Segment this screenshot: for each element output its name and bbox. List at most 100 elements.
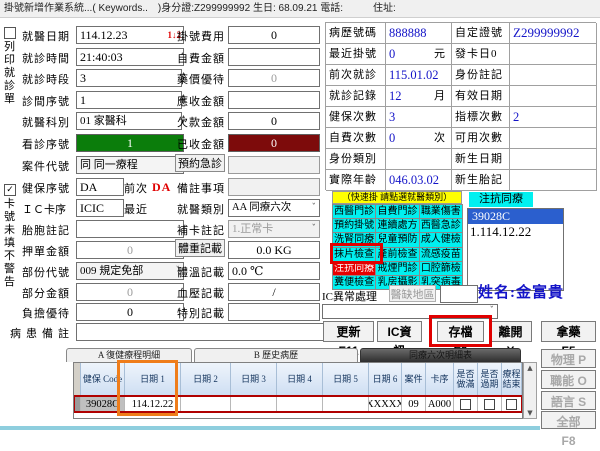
visit-type-dropdown[interactable]: ˇ AA 同療六次	[228, 199, 320, 217]
list-item-selected[interactable]: 39028C	[468, 209, 563, 224]
drug-disc-field[interactable]: 0	[228, 69, 320, 87]
print-slip-checkbox[interactable]	[4, 27, 16, 39]
col-header[interactable]: 是否過期	[478, 363, 502, 396]
dept-field[interactable]: 01 家醫科	[76, 112, 182, 130]
quick-item[interactable]: 產前檢查	[376, 248, 419, 262]
period-field[interactable]: 3	[76, 69, 182, 87]
quick-item[interactable]: 職業傷害	[420, 205, 463, 219]
quick-item[interactable]: 自費門診	[376, 205, 419, 219]
info-label: 發卡日0	[452, 44, 510, 65]
card-no-warning-checkbox[interactable]	[4, 184, 16, 196]
get-medicine-button[interactable]: 拿藥 F5	[541, 321, 596, 342]
ic-abnormal-field[interactable]	[440, 285, 478, 303]
occupational-button[interactable]: 職能 O	[541, 370, 596, 389]
receivable-field[interactable]	[228, 91, 320, 109]
quick-item[interactable]: 西醫急診	[420, 219, 463, 233]
ic-info-button[interactable]: IC資訊	[377, 321, 422, 342]
cell-date5	[323, 396, 369, 412]
info-value	[510, 128, 597, 149]
reg-fee-field[interactable]: 0	[228, 26, 320, 44]
col-header[interactable]: 日期 1	[125, 363, 181, 396]
info-label: 病歷號碼	[326, 23, 386, 44]
table-row[interactable]: 39028C 114.12.22 XXXXX 09 A000	[74, 396, 522, 412]
col-header[interactable]: 健保 Code	[81, 363, 125, 396]
quick-item[interactable]: 洗腎同療	[333, 233, 376, 247]
physical-button[interactable]: 物理 P	[541, 349, 596, 368]
col-header[interactable]: 日期 4	[277, 363, 323, 396]
nhi-seq-field[interactable]: DA	[76, 178, 124, 196]
save-button[interactable]: 存檔F9	[437, 321, 484, 342]
weight-field[interactable]: 0.0 KG	[228, 241, 320, 259]
cell-expired-checkbox[interactable]	[478, 396, 502, 412]
tab-history[interactable]: B 歷史病歷	[194, 348, 358, 362]
visit-time-field[interactable]: 21:40:03	[76, 48, 184, 66]
update-button[interactable]: 更新F11	[323, 321, 374, 342]
patient-info-table: 病歷號碼 888888 自定證號 Z299999992 最近掛號 0元 發卡日0…	[325, 22, 596, 190]
special-field[interactable]	[228, 303, 320, 321]
cell-finished-checkbox[interactable]	[502, 396, 522, 412]
tab-rehab-detail[interactable]: A 復健療程明細	[66, 348, 192, 362]
quick-item[interactable]: 西醫門診	[333, 205, 376, 219]
visit-no-field[interactable]: 1	[76, 134, 184, 152]
patient-note-field[interactable]	[76, 323, 324, 341]
quick-item[interactable]: 戒煙門診	[376, 262, 419, 276]
room-seq-field[interactable]: 1	[76, 91, 182, 109]
quick-item[interactable]: 流感疫苗	[420, 248, 463, 262]
quick-item[interactable]: 成人健檢	[420, 233, 463, 247]
tab-six-visit-detail[interactable]: 同療六次明細表	[360, 348, 521, 362]
speech-button[interactable]: 語言 S	[541, 391, 596, 410]
copay-amt-field[interactable]: 0	[76, 283, 184, 301]
col-header[interactable]: 案件	[402, 363, 426, 396]
cell-date1: 114.12.22	[125, 396, 181, 412]
burden-label: 負擔優待	[22, 305, 70, 321]
appointment-er-button[interactable]: 預約急診	[175, 154, 225, 172]
col-header[interactable]: 日期 6	[369, 363, 402, 396]
info-label: 自定證號	[452, 23, 510, 44]
exit-button[interactable]: 離開X	[489, 321, 532, 342]
info-label: 健保次數	[326, 107, 386, 128]
quick-item[interactable]: 預約掛號	[333, 219, 376, 233]
deposit-field[interactable]: 0	[76, 241, 184, 259]
quick-item[interactable]: 兒童預防	[376, 233, 419, 247]
card-note-value: 1.正常卡	[232, 223, 273, 235]
arrears-label: 欠款金額	[177, 114, 225, 130]
quick-item[interactable]: 連續處方	[376, 219, 419, 233]
col-header[interactable]: 日期 2	[181, 363, 231, 396]
table-scrollbar[interactable]: ▲ ▼	[523, 362, 537, 419]
info-value	[510, 170, 597, 191]
list-item[interactable]: 1.114.12.22	[468, 224, 563, 240]
weight-button[interactable]: 體重記載	[175, 239, 225, 257]
self-pay-field[interactable]	[228, 48, 320, 66]
col-header[interactable]: 療程結束	[502, 363, 522, 396]
temp-field[interactable]: 0.0 ℃	[228, 262, 320, 280]
info-value: 2	[510, 107, 597, 128]
received-label: 已收金額	[177, 136, 225, 152]
fetus-field[interactable]	[76, 220, 184, 238]
quick-item[interactable]: 抹片檢查	[333, 248, 376, 262]
scroll-up-icon[interactable]: ▲	[524, 364, 536, 372]
quick-item[interactable]: 口腔篩檢	[420, 262, 463, 276]
scroll-down-icon[interactable]: ▼	[524, 409, 536, 417]
ic-abnormal-dropdown[interactable]: ˇ	[322, 304, 498, 319]
chevron-down-icon: ˇ	[312, 200, 317, 216]
visit-date-field[interactable]: 114.12.23 1↓2	[76, 26, 184, 44]
col-header[interactable]: 是否做滿	[454, 363, 478, 396]
copay-code-dropdown[interactable]: ˇ 009 規定免部	[76, 262, 184, 280]
burden-field[interactable]: 0	[76, 303, 184, 321]
injection-listbox[interactable]: 39028C 1.114.12.22	[467, 208, 564, 291]
received-field[interactable]: 0	[228, 134, 320, 152]
all-button[interactable]: 全部 F8	[541, 411, 596, 429]
info-label: 指標次數	[452, 107, 510, 128]
info-value	[386, 149, 452, 170]
bp-field[interactable]: /	[228, 283, 320, 301]
ic-seq-field[interactable]: ICIC	[76, 199, 124, 217]
col-header[interactable]: 日期 3	[231, 363, 277, 396]
arrears-field[interactable]: 0	[228, 112, 320, 130]
col-header[interactable]: 日期 5	[323, 363, 369, 396]
nhi-prev-label: 前次	[124, 180, 148, 196]
case-code-dropdown[interactable]: ˇ 同 同一療程	[76, 156, 184, 174]
col-header[interactable]: 卡序	[426, 363, 454, 396]
quick-item-selected[interactable]: 注抗同療	[333, 262, 376, 276]
remote-area-button[interactable]: 醫缺地區	[389, 285, 436, 302]
cell-done-checkbox[interactable]	[454, 396, 478, 412]
